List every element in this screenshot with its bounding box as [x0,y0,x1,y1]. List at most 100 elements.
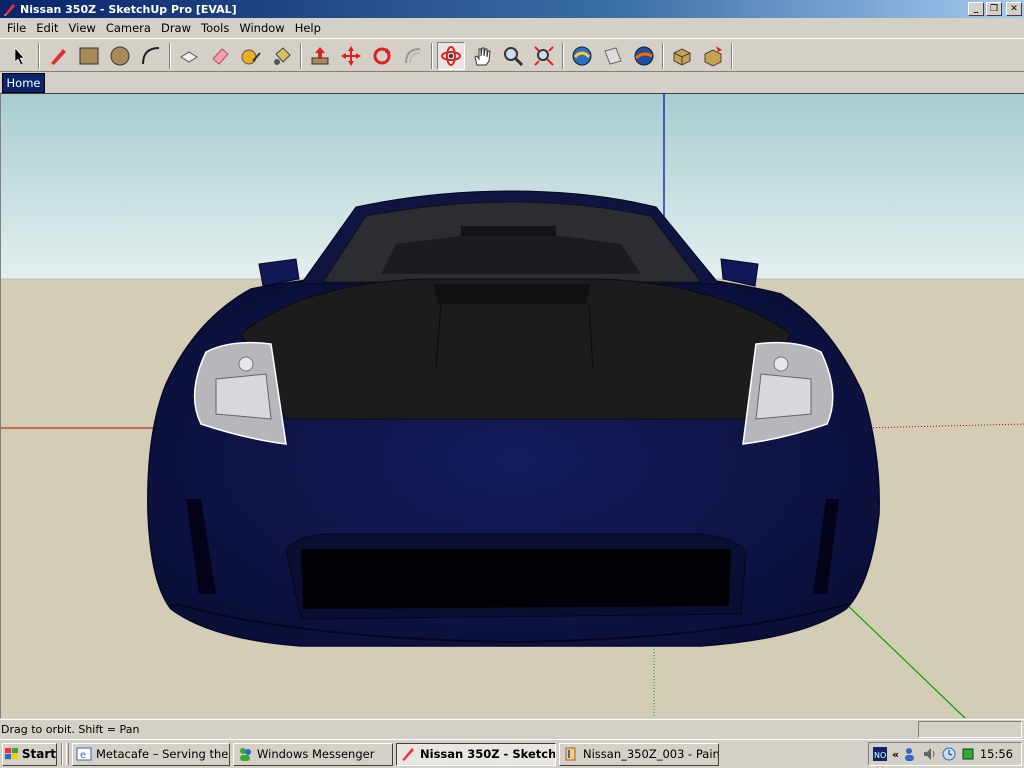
start-label: Start [21,747,56,761]
language-icon[interactable]: NO [873,746,889,762]
tray-expand-button[interactable]: « [892,748,899,761]
tape-measure-icon [241,49,261,64]
select-tool-button[interactable] [6,42,34,70]
close-button[interactable]: ✕ [1006,2,1022,16]
task-label: Metacafe – Serving the ... [96,747,230,761]
rotate-icon [373,47,391,64]
get-models-tool-button[interactable] [568,42,596,70]
grille-opening [301,549,731,609]
window-title: Nissan 350Z - SketchUp Pro [EVAL] [20,2,237,16]
toolbar-separator [169,42,171,69]
offset-icon [405,47,421,63]
pencil-tool-button[interactable] [44,42,72,70]
messenger-status-icon[interactable] [903,746,919,762]
task-label: Windows Messenger [257,747,375,761]
clock-sync-icon[interactable] [941,746,957,762]
rectangle-tool-button[interactable] [75,42,103,70]
menu-view[interactable]: View [64,21,101,35]
task-windows-messenger[interactable]: Windows Messenger [233,742,393,766]
paint-bucket-tool-button[interactable] [268,42,296,70]
svg-text:NO: NO [874,751,886,760]
toolbar-separator [662,42,664,69]
get-models-icon [572,46,592,65]
messenger-icon [240,748,251,761]
eraser-tool-button[interactable] [206,42,234,70]
start-button[interactable]: Start [2,742,57,766]
task-label: Nissan 350Z - Sketch... [420,747,556,761]
menu-camera[interactable]: Camera [101,21,156,35]
restore-button[interactable]: ❐ [986,2,1002,16]
zoom-icon [504,46,524,66]
arc-tool-button[interactable] [137,42,165,70]
menu-edit[interactable]: Edit [31,21,63,35]
status-text: Drag to orbit. Shift = Pan [1,723,140,736]
move-icon [341,45,361,66]
model-viewport[interactable] [0,93,1024,718]
toolbar-separator [731,42,733,69]
orbit-tool-button[interactable] [437,41,465,70]
scene-tab-home[interactable]: Home [2,73,45,93]
ie-icon: e [76,747,92,761]
status-bar: Drag to orbit. Shift = Pan [0,719,1024,739]
windshield-interior [381,236,641,274]
task-metacafe[interactable]: e Metacafe – Serving the ... [72,742,230,766]
share-component-tool-button[interactable] [699,42,727,70]
system-tray: NO « 15:56 [868,742,1022,766]
menu-window[interactable]: Window [234,21,289,35]
volume-icon[interactable] [922,746,938,762]
tape-measure-tool-button[interactable] [237,42,265,70]
components-tool-button[interactable] [668,42,696,70]
toolbar [0,38,1024,72]
circle-tool-button[interactable] [106,42,134,70]
task-sketchup[interactable]: Nissan 350Z - Sketch... [396,742,556,766]
pan-icon [474,47,491,65]
zoom-extents-icon [534,45,554,66]
toolbar-separator [562,42,564,69]
make-component-icon [180,50,198,63]
paint-icon [565,747,576,761]
share-model-tool-button[interactable] [599,42,627,70]
hood-scoop [433,284,591,304]
toolbar-separator [431,42,433,69]
scenes-bar: Home [0,71,1024,93]
model-canvas[interactable] [1,94,1024,718]
offset-tool-button[interactable] [399,42,427,70]
zoom-tool-button[interactable] [499,42,527,70]
move-tool-button[interactable] [337,42,365,70]
sketchup-icon [402,748,414,761]
windows-logo-icon [5,747,18,760]
network-icon[interactable] [960,746,976,762]
push-pull-icon [311,46,329,64]
menu-tools[interactable]: Tools [196,21,234,35]
clock[interactable]: 15:56 [980,747,1013,761]
measurements-box[interactable] [918,721,1022,738]
rotate-tool-button[interactable] [368,42,396,70]
taskbar-separator [61,743,63,765]
components-icon [673,47,691,66]
push-pull-tool-button[interactable] [306,42,334,70]
eraser-icon [212,47,229,65]
pan-tool-button[interactable] [468,42,496,70]
taskbar: Start e Metacafe – Serving the ... Windo… [0,739,1024,768]
task-label: Nissan_350Z_003 - Paint [583,747,719,761]
zoom-extents-tool-button[interactable] [530,42,558,70]
share-component-icon [704,45,722,67]
task-paint[interactable]: Nissan_350Z_003 - Paint [559,742,719,766]
menu-file[interactable]: File [2,21,31,35]
pencil-icon [50,48,66,66]
google-earth-tool-button[interactable] [630,42,658,70]
rectangle-icon [79,47,99,64]
svg-text:e: e [80,750,86,761]
sketchup-app-icon [4,4,15,16]
toolbar-separator [38,42,40,69]
make-component-tool-button[interactable] [175,42,203,70]
google-earth-icon [634,46,654,65]
taskbar-grip [66,743,69,765]
share-model-icon [604,46,622,65]
title-bar: Nissan 350Z - SketchUp Pro [EVAL] _ ❐ ✕ [0,0,1024,18]
minimize-button[interactable]: _ [968,2,984,16]
arc-icon [142,46,160,64]
menu-help[interactable]: Help [290,21,326,35]
paint-bucket-icon [274,46,291,65]
menu-draw[interactable]: Draw [156,21,196,35]
